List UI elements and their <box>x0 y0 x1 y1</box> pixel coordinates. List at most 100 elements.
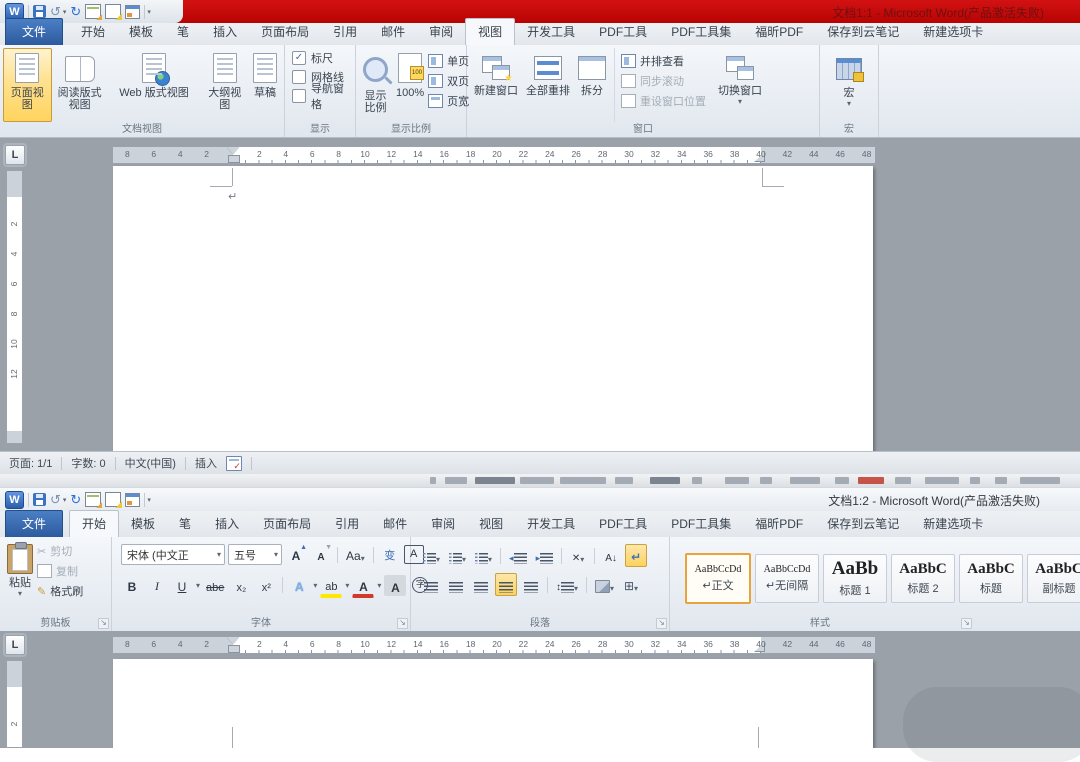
split-button[interactable]: 拆分 <box>574 48 610 122</box>
undo-dropdown-icon[interactable]: ▾ <box>63 8 67 16</box>
tab-引用[interactable]: 引用 <box>323 511 371 537</box>
horizontal-ruler[interactable]: 8642246810121416182022242628303234363840… <box>112 636 876 654</box>
tab-PDF工具[interactable]: PDF工具 <box>587 511 659 537</box>
borders-button[interactable]: ⊞▾ <box>620 573 642 596</box>
tab-文件[interactable]: 文件 <box>5 510 63 537</box>
clipboard-dialog-launcher[interactable]: ↘ <box>98 618 109 629</box>
tab-保存到云笔记[interactable]: 保存到云笔记 <box>815 19 911 45</box>
titlebar-window2[interactable]: W ↺ ▾ ↻ ▾ 文档1:2 - Microsoft Word(产品激活失败) <box>0 487 1080 511</box>
change-case-button[interactable]: Aa▾ <box>343 543 368 566</box>
tab-开始[interactable]: 开始 <box>69 510 119 538</box>
tab-邮件[interactable]: 邮件 <box>371 511 419 537</box>
dropdown-icon[interactable]: ▾ <box>377 582 381 590</box>
customize-qat-icon[interactable]: ▾ <box>147 8 151 16</box>
print-layout-button[interactable]: 页面视图 <box>3 48 52 122</box>
tab-开发工具[interactable]: 开发工具 <box>515 19 587 45</box>
tab-模板[interactable]: 模板 <box>119 511 167 537</box>
web-layout-button[interactable]: Web 版式视图 <box>108 48 201 122</box>
superscript-button[interactable]: x² <box>255 574 277 597</box>
one-page-button[interactable]: 单页 <box>428 52 469 70</box>
status-insert-mode[interactable]: 插入 <box>195 455 217 471</box>
style-card-标题[interactable]: AaBbC标题 <box>959 554 1023 603</box>
multilevel-list-button[interactable]: ▾ <box>472 544 495 567</box>
show-hide-marks-button[interactable]: ↵ <box>625 544 647 567</box>
window-tool-icon[interactable] <box>125 493 140 507</box>
font-family-select[interactable]: 宋体 (中文正▾ <box>121 544 225 565</box>
view-side-by-side-button[interactable]: 并排查看 <box>621 52 706 70</box>
format-painter-button[interactable]: ✎格式刷 <box>37 582 83 600</box>
tab-selector[interactable]: L <box>5 635 25 655</box>
tab-selector[interactable]: L <box>5 145 25 165</box>
indent-marker[interactable] <box>227 147 239 163</box>
highlight-color-button[interactable]: ab <box>320 572 342 598</box>
proofing-icon[interactable] <box>226 456 242 471</box>
styles-dialog-launcher[interactable]: ↘ <box>961 618 972 629</box>
undo-dropdown-icon[interactable]: ▾ <box>63 496 67 504</box>
style-card-副标题[interactable]: AaBbC副标题 <box>1027 554 1080 603</box>
dropdown-icon[interactable]: ▾ <box>345 582 349 590</box>
tab-审阅[interactable]: 审阅 <box>419 511 467 537</box>
tab-PDF工具集[interactable]: PDF工具集 <box>659 19 743 45</box>
zoom-button[interactable]: 显示比例 <box>359 48 392 122</box>
document-page[interactable] <box>113 659 873 748</box>
vertical-ruler[interactable]: 24681012 <box>6 170 23 444</box>
tab-页面布局[interactable]: 页面布局 <box>249 19 321 45</box>
customize-qat-icon[interactable]: ▾ <box>147 496 151 504</box>
subscript-button[interactable]: x₂ <box>230 574 252 597</box>
numbering-button[interactable]: ▾ <box>446 544 469 567</box>
font-dialog-launcher[interactable]: ↘ <box>397 618 408 629</box>
edit-table-icon[interactable] <box>85 492 101 507</box>
tab-页面布局[interactable]: 页面布局 <box>251 511 323 537</box>
sort-button[interactable]: A↓ <box>600 544 622 567</box>
tab-新建选项卡[interactable]: 新建选项卡 <box>911 19 995 45</box>
line-spacing-button[interactable]: ↕▾ <box>553 573 581 596</box>
character-shading-button[interactable]: A <box>384 575 406 596</box>
redo-icon[interactable]: ↻ <box>70 4 81 20</box>
align-left-button[interactable] <box>420 573 442 596</box>
window-tool-icon[interactable] <box>125 5 140 19</box>
tab-开始[interactable]: 开始 <box>69 19 117 45</box>
outline-view-button[interactable]: 大纲视图 <box>200 48 249 122</box>
italic-button[interactable]: I <box>146 574 168 597</box>
decrease-indent-button[interactable]: ◂ <box>506 544 530 567</box>
horizontal-ruler[interactable]: 8642246810121416182022242628303234363840… <box>112 146 876 164</box>
tab-开发工具[interactable]: 开发工具 <box>515 511 587 537</box>
vertical-ruler[interactable]: 24 <box>6 660 23 748</box>
zoom-100-button[interactable]: 100% <box>392 48 428 122</box>
checkbox-icon[interactable] <box>292 89 306 103</box>
tab-福昕PDF[interactable]: 福昕PDF <box>743 511 815 537</box>
tab-PDF工具[interactable]: PDF工具 <box>587 19 659 45</box>
checkbox-icon[interactable] <box>292 70 306 84</box>
increase-indent-button[interactable]: ▸ <box>533 544 557 567</box>
tab-PDF工具集[interactable]: PDF工具集 <box>659 511 743 537</box>
style-card-无间隔[interactable]: AaBbCcDd↵无间隔 <box>755 554 819 603</box>
tab-插入[interactable]: 插入 <box>203 511 251 537</box>
tab-福昕PDF[interactable]: 福昕PDF <box>743 19 815 45</box>
shading-button[interactable]: ▾ <box>592 573 617 596</box>
save-icon[interactable] <box>33 5 46 18</box>
tab-新建选项卡[interactable]: 新建选项卡 <box>911 511 995 537</box>
tab-引用[interactable]: 引用 <box>321 19 369 45</box>
draw-document-icon[interactable] <box>105 4 121 19</box>
dropdown-icon[interactable]: ▾ <box>313 582 317 590</box>
checkbox-checked-icon[interactable]: ✓ <box>292 51 306 65</box>
save-icon[interactable] <box>33 493 46 506</box>
underline-dropdown-icon[interactable]: ▾ <box>196 582 200 590</box>
two-pages-button[interactable]: 双页 <box>428 72 469 90</box>
checkbox-导航窗格[interactable]: 导航窗格 <box>292 86 352 105</box>
align-right-button[interactable] <box>470 573 492 596</box>
bullets-button[interactable]: ▾ <box>420 544 443 567</box>
tab-笔[interactable]: 笔 <box>167 511 203 537</box>
style-card-标题 2[interactable]: AaBbC标题 2 <box>891 554 955 603</box>
indent-marker[interactable] <box>227 637 239 653</box>
arrange-all-button[interactable]: 全部重排 <box>522 48 574 122</box>
status-wordcount[interactable]: 字数: 0 <box>71 455 105 471</box>
document-page[interactable]: ↵ <box>113 166 873 452</box>
font-size-select[interactable]: 五号▾ <box>228 544 282 565</box>
tab-邮件[interactable]: 邮件 <box>369 19 417 45</box>
status-language[interactable]: 中文(中国) <box>125 455 176 471</box>
tab-模板[interactable]: 模板 <box>117 19 165 45</box>
fullscreen-reading-button[interactable]: 阅读版式视图 <box>52 48 108 122</box>
align-center-button[interactable] <box>445 573 467 596</box>
distributed-button[interactable] <box>520 573 542 596</box>
